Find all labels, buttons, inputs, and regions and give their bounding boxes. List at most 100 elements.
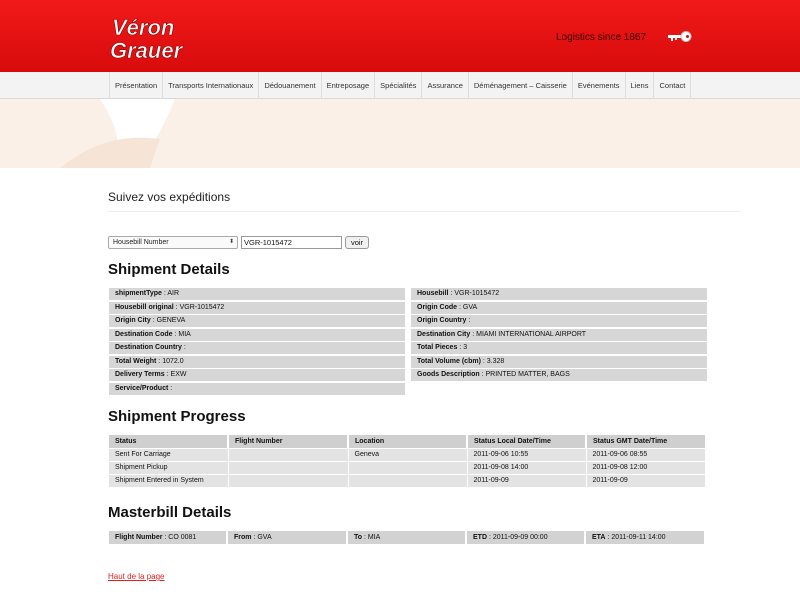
details-field-value: VGR-1015472 bbox=[179, 303, 225, 311]
details-field-label: Destination City bbox=[417, 330, 471, 338]
table-cell: 2011-09-09 bbox=[586, 473, 705, 487]
tagline: Logistics since 1867 bbox=[556, 32, 647, 43]
nav-item-liens[interactable]: Liens bbox=[626, 72, 655, 99]
details-field-label: Total Weight bbox=[115, 357, 157, 365]
progress-table-body: Sent For Carriage Geneva 2011-09-06 10:55 2… bbox=[109, 447, 705, 487]
updown-arrow-icon: ⬍ bbox=[228, 238, 234, 245]
details-field: Goods Description : PRINTED MATTER, BAGS bbox=[411, 369, 707, 381]
column-header-local-datetime: Status Local Date/Time bbox=[467, 435, 587, 448]
column-header-status: Status bbox=[109, 435, 229, 448]
nav-item-assurance[interactable]: Assurance bbox=[422, 72, 469, 99]
search-type-select[interactable]: Housebill Number ⬍ bbox=[108, 235, 238, 249]
nav-item-specialites[interactable]: Spécialités bbox=[375, 72, 423, 99]
main-nav: Présentation Transports Internationaux D… bbox=[0, 72, 800, 99]
details-field: Destination Code : MIA bbox=[109, 328, 405, 341]
details-field: Total Pieces : 3 bbox=[411, 342, 707, 354]
details-field-value: VGR-1015472 bbox=[454, 290, 500, 297]
table-cell: 2011-09-06 10:55 bbox=[467, 447, 587, 461]
details-field-label: Housebill original bbox=[115, 303, 174, 311]
details-field-label: Destination Code bbox=[115, 330, 173, 338]
table-cell bbox=[228, 447, 349, 461]
masterbill-from: From : GVA bbox=[228, 531, 348, 544]
details-field: Housebill original : VGR-1015472 bbox=[109, 301, 405, 314]
tracking-number-input[interactable] bbox=[241, 235, 342, 249]
details-field-value: GENEVA bbox=[156, 317, 186, 324]
details-field-value: MIA bbox=[178, 330, 191, 338]
nav-item-entreposage[interactable]: Entreposage bbox=[322, 72, 376, 99]
veron-grauer-logo[interactable]: Véron Grauer bbox=[110, 14, 196, 62]
details-row: shipmentType : AIR Housebill : VGR-101547… bbox=[109, 288, 707, 302]
details-field bbox=[411, 383, 707, 395]
details-field: Total Weight : 1072.0 bbox=[109, 355, 405, 368]
details-field-value: 1072.0 bbox=[162, 357, 184, 365]
table-cell bbox=[228, 460, 349, 474]
details-field: Origin Country : bbox=[411, 315, 707, 327]
shipment-progress-heading: Shipment Progress bbox=[108, 408, 246, 425]
details-field-label: Origin Code bbox=[417, 303, 458, 311]
details-field: Service/Product : bbox=[109, 382, 405, 395]
details-field: Housebill : VGR-1015472 bbox=[411, 288, 707, 300]
masterbill-eta: ETA : 2011-09-11 14:00 bbox=[592, 534, 666, 541]
banner-swoosh-graphic bbox=[60, 99, 175, 168]
back-to-top-link[interactable]: Haut de la page bbox=[108, 572, 165, 581]
details-field-label: Origin Country bbox=[417, 317, 467, 324]
table-cell bbox=[348, 460, 468, 474]
table-cell: Shipment Entered in System bbox=[109, 473, 229, 487]
table-cell: 2011-09-08 12:00 bbox=[586, 460, 705, 474]
details-field: shipmentType : AIR bbox=[109, 288, 405, 300]
key-icon[interactable] bbox=[668, 30, 692, 44]
details-field: Origin City : GENEVA bbox=[109, 315, 405, 327]
details-row: Service/Product : bbox=[109, 382, 707, 397]
table-cell: Geneva bbox=[348, 447, 468, 461]
nav-item-presentation[interactable]: Présentation bbox=[110, 72, 164, 99]
details-field: Destination Country : bbox=[109, 342, 405, 354]
nav-list: Présentation Transports Internationaux D… bbox=[109, 72, 692, 99]
details-field: Origin Code : GVA bbox=[411, 301, 707, 314]
details-field-label: Total Pieces bbox=[417, 344, 458, 351]
table-cell: Shipment Pickup bbox=[109, 460, 229, 474]
voir-button[interactable]: voir bbox=[345, 235, 370, 249]
table-row: Shipment Pickup 2011-09-08 14:00 2011-09-0… bbox=[109, 460, 705, 474]
column-header-flight-number: Flight Number bbox=[228, 435, 349, 448]
shipment-progress-table: Status Flight Number Location Status Loc… bbox=[109, 435, 705, 487]
search-type-selected: Housebill Number bbox=[113, 238, 169, 246]
details-field-value: 3.328 bbox=[486, 357, 505, 365]
details-field-value: EXW bbox=[170, 371, 187, 378]
nav-item-demenagement[interactable]: Déménagement – Caisserie bbox=[469, 72, 573, 99]
table-cell: 2011-09-06 08:55 bbox=[586, 447, 705, 461]
masterbill-etd: ETD : 2011-09-09 00:00 bbox=[467, 531, 586, 544]
table-cell: 2011-09-09 bbox=[467, 473, 587, 487]
title-divider bbox=[108, 211, 740, 212]
details-field-label: Origin City bbox=[115, 317, 151, 324]
shipment-details-heading: Shipment Details bbox=[108, 261, 230, 278]
site-header: Véron Grauer Logistics since 1867 bbox=[0, 0, 800, 72]
nav-item-evenements[interactable]: Evénements bbox=[573, 72, 626, 99]
nav-item-dedouanement[interactable]: Dédouanement bbox=[259, 72, 322, 99]
table-row: Sent For Carriage Geneva 2011-09-06 10:55 2… bbox=[109, 447, 705, 461]
table-cell: 2011-09-08 14:00 bbox=[467, 460, 587, 474]
masterbill-to: To : MIA bbox=[348, 531, 467, 544]
details-field-label: Destination Country bbox=[115, 344, 182, 351]
details-field: Total Volume (cbm) : 3.328 bbox=[411, 355, 707, 368]
details-field: Destination City : MIAMI INTERNATIONAL A… bbox=[411, 328, 707, 341]
details-row: Destination Code : MIA Destination City :… bbox=[109, 328, 707, 343]
details-field-label: Total Volume (cbm) bbox=[417, 357, 481, 365]
table-header-row: Status Flight Number Location Status Loc… bbox=[109, 435, 705, 448]
table-row: Shipment Entered in System 2011-09-09 2011… bbox=[109, 473, 705, 487]
details-field-label: Service/Product bbox=[115, 384, 169, 392]
table-cell bbox=[348, 473, 468, 487]
nav-item-contact[interactable]: Contact bbox=[654, 72, 692, 99]
column-header-location: Location bbox=[348, 435, 468, 448]
details-row: Origin City : GENEVA Origin Country : bbox=[109, 315, 707, 329]
details-row: Housebill original : VGR-1015472 Origin C… bbox=[109, 301, 707, 316]
nav-item-transports-internationaux[interactable]: Transports Internationaux bbox=[163, 72, 260, 99]
details-row: Total Weight : 1072.0 Total Volume (cbm) … bbox=[109, 355, 707, 370]
details-field-label: Goods Description bbox=[417, 371, 480, 378]
masterbill-details-row: Flight Number : CO 0081 From : GVA To : … bbox=[109, 531, 704, 544]
logo-line-1: Véron bbox=[112, 15, 174, 40]
details-row: Delivery Terms : EXW Goods Description : … bbox=[109, 369, 707, 383]
details-row: Destination Country : Total Pieces : 3 bbox=[109, 342, 707, 356]
details-field-label: shipmentType bbox=[115, 290, 162, 297]
page-title: Suivez vos expéditions bbox=[108, 190, 231, 204]
masterbill-flight-number: Flight Number : CO 0081 bbox=[109, 531, 228, 544]
